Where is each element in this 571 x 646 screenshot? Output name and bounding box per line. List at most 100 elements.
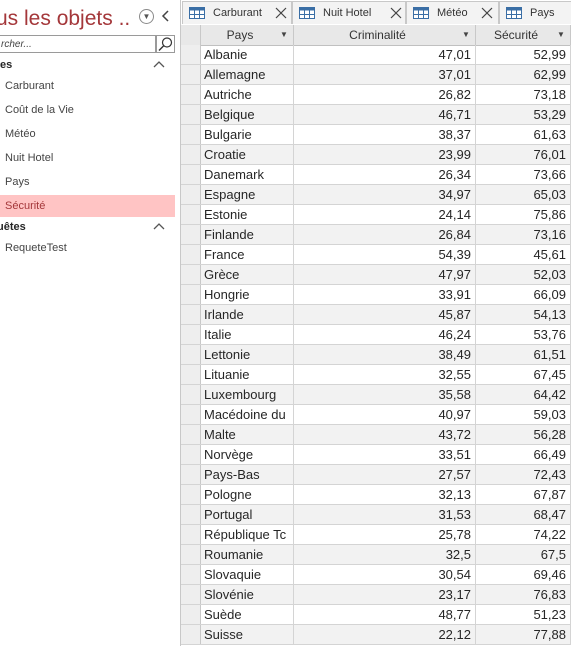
search-button[interactable] [156, 35, 175, 53]
cell-pays[interactable]: Bulgarie [201, 125, 294, 144]
cell-criminalite[interactable]: 24,14 [294, 205, 476, 224]
cell-criminalite[interactable]: 47,97 [294, 265, 476, 284]
cell-pays[interactable]: Espagne [201, 185, 294, 204]
nav-item-meteo[interactable]: Météo [0, 123, 175, 145]
row-selector[interactable] [181, 185, 201, 204]
cell-pays[interactable]: Pays-Bas [201, 465, 294, 484]
row-selector[interactable] [181, 565, 201, 584]
tab-meteo[interactable]: Météo [406, 1, 499, 24]
row-selector[interactable] [181, 625, 201, 644]
cell-pays[interactable]: République Tc [201, 525, 294, 544]
nav-pane-menu-button[interactable]: ▼ [139, 9, 154, 24]
cell-criminalite[interactable]: 54,39 [294, 245, 476, 264]
cell-criminalite[interactable]: 22,12 [294, 625, 476, 644]
cell-pays[interactable]: Suisse [201, 625, 294, 644]
cell-securite[interactable]: 67,45 [476, 365, 571, 384]
nav-item-nuit-hotel[interactable]: Nuit Hotel [0, 147, 175, 169]
cell-pays[interactable]: Croatie [201, 145, 294, 164]
cell-securite[interactable]: 69,46 [476, 565, 571, 584]
cell-pays[interactable]: Suède [201, 605, 294, 624]
cell-pays[interactable]: Lituanie [201, 365, 294, 384]
cell-securite[interactable]: 53,76 [476, 325, 571, 344]
cell-pays[interactable]: Grèce [201, 265, 294, 284]
cell-securite[interactable]: 68,47 [476, 505, 571, 524]
row-selector[interactable] [181, 225, 201, 244]
tab-nuit-hotel[interactable]: Nuit Hotel [292, 1, 406, 24]
table-row[interactable]: Suisse 22,12 77,88 [181, 625, 571, 645]
cell-pays[interactable]: Luxembourg [201, 385, 294, 404]
cell-securite[interactable]: 66,49 [476, 445, 571, 464]
cell-pays[interactable]: Hongrie [201, 285, 294, 304]
row-selector[interactable] [181, 125, 201, 144]
table-row[interactable]: Pologne 32,13 67,87 [181, 485, 571, 505]
cell-criminalite[interactable]: 38,49 [294, 345, 476, 364]
row-selector[interactable] [181, 325, 201, 344]
cell-securite[interactable]: 76,83 [476, 585, 571, 604]
cell-criminalite[interactable]: 35,58 [294, 385, 476, 404]
table-row[interactable]: Bulgarie 38,37 61,63 [181, 125, 571, 145]
cell-criminalite[interactable]: 26,34 [294, 165, 476, 184]
cell-securite[interactable]: 74,22 [476, 525, 571, 544]
cell-pays[interactable]: Portugal [201, 505, 294, 524]
search-input[interactable] [0, 36, 151, 52]
cell-pays[interactable]: Malte [201, 425, 294, 444]
cell-criminalite[interactable]: 46,71 [294, 105, 476, 124]
cell-securite[interactable]: 56,28 [476, 425, 571, 444]
row-selector[interactable] [181, 425, 201, 444]
cell-pays[interactable]: Roumanie [201, 545, 294, 564]
cell-securite[interactable]: 72,43 [476, 465, 571, 484]
close-icon[interactable] [481, 7, 493, 19]
cell-securite[interactable]: 75,86 [476, 205, 571, 224]
cell-pays[interactable]: Norvège [201, 445, 294, 464]
cell-securite[interactable]: 73,18 [476, 85, 571, 104]
table-row[interactable]: Croatie 23,99 76,01 [181, 145, 571, 165]
cell-pays[interactable]: Slovaquie [201, 565, 294, 584]
cell-securite[interactable]: 76,01 [476, 145, 571, 164]
cell-securite[interactable]: 73,66 [476, 165, 571, 184]
table-row[interactable]: Roumanie 32,5 67,5 [181, 545, 571, 565]
cell-criminalite[interactable]: 33,91 [294, 285, 476, 304]
cell-securite[interactable]: 77,88 [476, 625, 571, 644]
nav-pane-collapse-button[interactable] [158, 6, 174, 26]
cell-criminalite[interactable]: 26,82 [294, 85, 476, 104]
cell-pays[interactable]: Pologne [201, 485, 294, 504]
table-row[interactable]: Belgique 46,71 53,29 [181, 105, 571, 125]
cell-criminalite[interactable]: 31,53 [294, 505, 476, 524]
row-selector[interactable] [181, 405, 201, 424]
nav-item-requetetest[interactable]: RequeteTest [0, 237, 175, 259]
close-icon[interactable] [275, 7, 287, 19]
cell-securite[interactable]: 66,09 [476, 285, 571, 304]
row-selector[interactable] [181, 545, 201, 564]
row-selector[interactable] [181, 585, 201, 604]
cell-pays[interactable]: France [201, 245, 294, 264]
nav-item-securite[interactable]: Sécurité [0, 195, 175, 217]
cell-securite[interactable]: 52,03 [476, 265, 571, 284]
table-row[interactable]: Grèce 47,97 52,03 [181, 265, 571, 285]
row-selector[interactable] [181, 385, 201, 404]
cell-criminalite[interactable]: 23,17 [294, 585, 476, 604]
table-row[interactable]: Pays-Bas 27,57 72,43 [181, 465, 571, 485]
row-selector[interactable] [181, 445, 201, 464]
row-selector[interactable] [181, 45, 201, 64]
table-row[interactable]: Italie 46,24 53,76 [181, 325, 571, 345]
nav-pane-title[interactable]: us les objets ... [0, 4, 132, 34]
cell-criminalite[interactable]: 37,01 [294, 65, 476, 84]
cell-securite[interactable]: 52,99 [476, 45, 571, 64]
row-selector[interactable] [181, 305, 201, 324]
table-row[interactable]: Hongrie 33,91 66,09 [181, 285, 571, 305]
table-row[interactable]: Allemagne 37,01 62,99 [181, 65, 571, 85]
cell-pays[interactable]: Lettonie [201, 345, 294, 364]
cell-criminalite[interactable]: 30,54 [294, 565, 476, 584]
table-row[interactable]: Slovaquie 30,54 69,46 [181, 565, 571, 585]
cell-securite[interactable]: 59,03 [476, 405, 571, 424]
row-selector[interactable] [181, 365, 201, 384]
cell-securite[interactable]: 62,99 [476, 65, 571, 84]
table-row[interactable]: Luxembourg 35,58 64,42 [181, 385, 571, 405]
cell-securite[interactable]: 65,03 [476, 185, 571, 204]
cell-pays[interactable]: Albanie [201, 45, 294, 64]
row-selector[interactable] [181, 105, 201, 124]
table-row[interactable]: Espagne 34,97 65,03 [181, 185, 571, 205]
nav-item-pays[interactable]: Pays [0, 171, 175, 193]
cell-pays[interactable]: Irlande [201, 305, 294, 324]
tab-pays[interactable]: Pays [499, 1, 571, 24]
